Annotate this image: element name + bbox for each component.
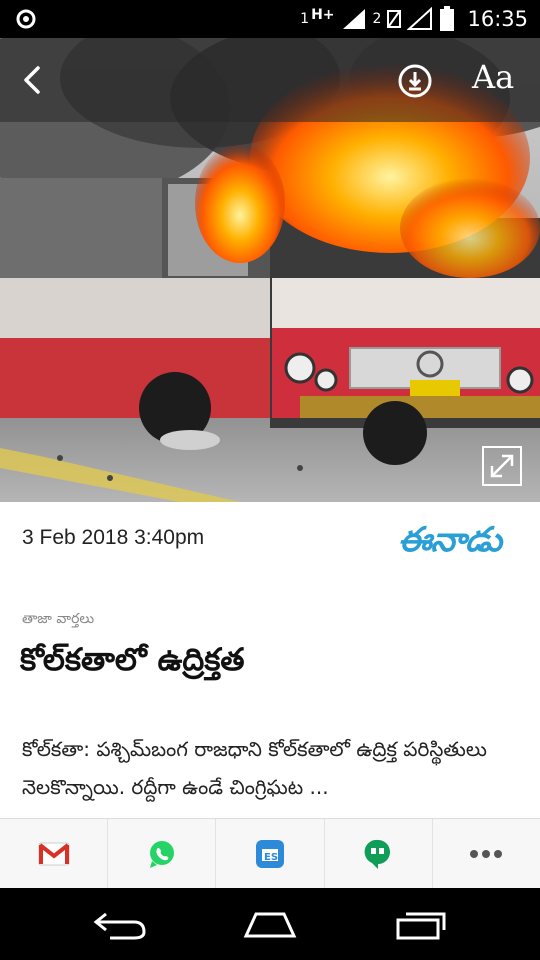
font-size-button[interactable]: Aa [472,58,514,96]
network-type-label: H+ [311,7,335,23]
article-meta: 3 Feb 2018 3:40pm ఈనాడు [0,502,540,574]
article-body: కోల్‌కతా: పశ్చిమ్‌బంగ రాజధాని కోల్‌కతాలో… [22,737,487,799]
more-share-button[interactable] [433,819,540,889]
article-image[interactable]: Aa [0,38,540,502]
article-headline: కోల్‌కతాలో ఉద్రిక్తత [20,642,245,678]
data-icon [387,10,402,28]
back-arrow-icon [93,912,146,940]
notification-icon [14,8,38,34]
signal-icon [342,9,365,29]
nav-home-button[interactable] [240,906,300,946]
signal-empty-icon [407,7,433,30]
nav-recents-button[interactable] [392,906,452,946]
share-hangouts-button[interactable] [325,819,433,889]
clock: 16:35 [467,7,528,31]
recents-icon [396,912,446,940]
sim1-label: 1 [300,11,310,27]
whatsapp-icon [149,841,174,868]
expand-image-button[interactable] [482,446,522,486]
source-logo: ఈనాడు [398,520,502,560]
fullscreen-icon [482,446,522,486]
battery-icon [440,6,455,31]
article-date: 3 Feb 2018 3:40pm [22,526,205,549]
hangouts-icon [364,839,391,869]
share-whatsapp-button[interactable] [108,819,217,889]
chevron-left-icon [24,66,40,94]
share-gmail-button[interactable] [0,819,109,889]
nav-back-button[interactable] [90,906,150,946]
svg-text:ES: ES [264,852,278,863]
back-button[interactable] [16,62,52,98]
status-bar: 1 H+ 2 16:35 [0,0,540,38]
article-category[interactable]: తాజా వార్తలు [22,611,94,630]
share-bar: ES [0,818,540,889]
more-icon [470,850,503,858]
article-toolbar: Aa [0,38,540,122]
navigation-bar [0,888,540,960]
gmail-icon [38,842,70,866]
es-file-explorer-icon: ES [256,840,284,868]
sim2-label: 2 [372,11,382,27]
download-icon [398,64,432,98]
share-es-file-explorer-button[interactable]: ES [216,819,325,889]
home-icon [243,912,297,938]
download-button[interactable] [396,62,434,100]
